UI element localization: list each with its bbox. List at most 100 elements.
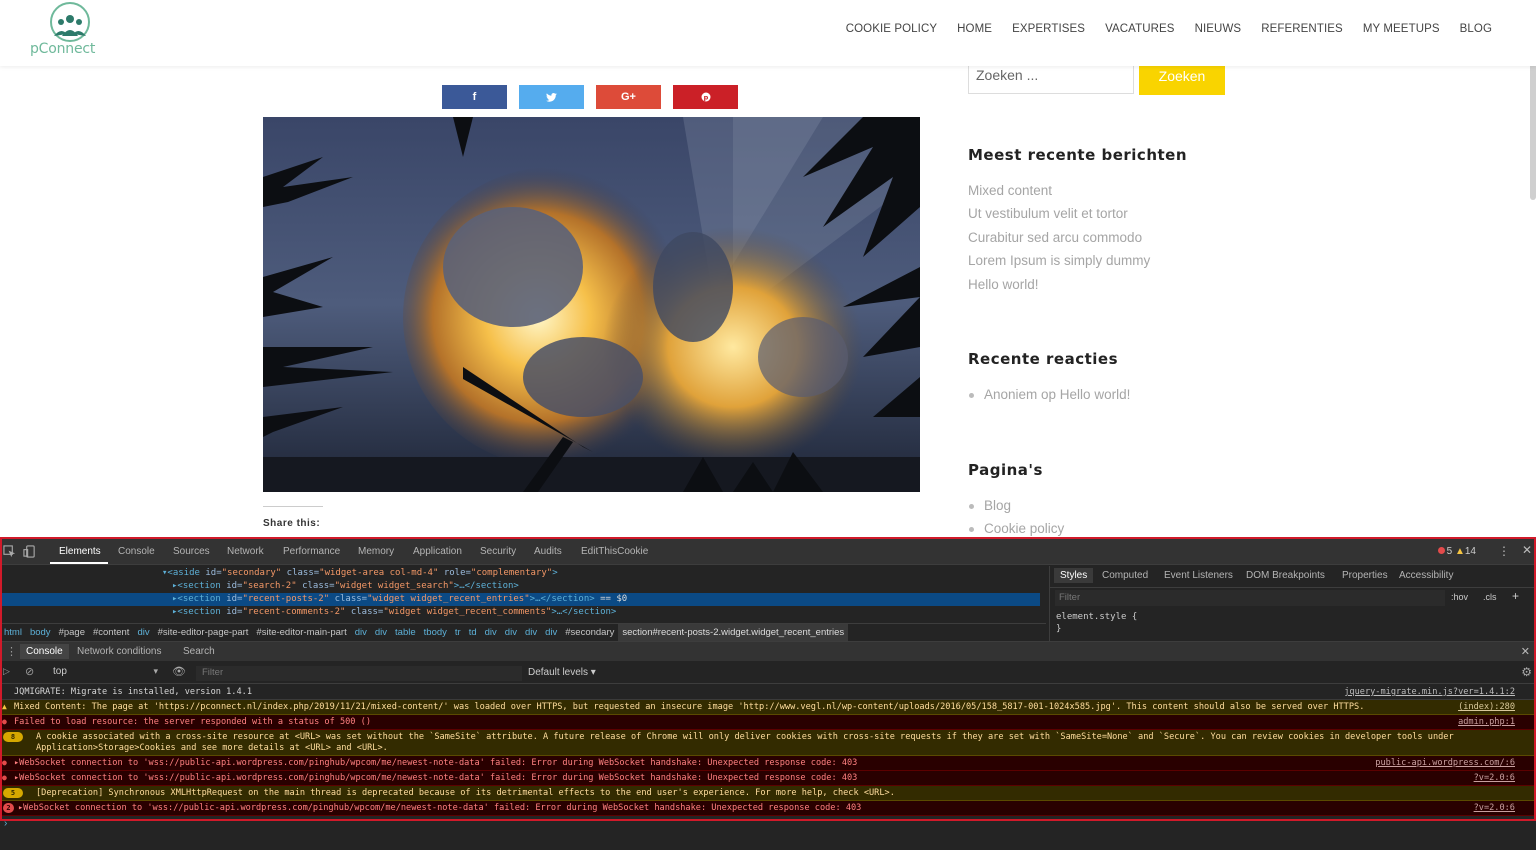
breadcrumb-item[interactable]: td bbox=[465, 624, 481, 641]
console-message-error[interactable]: ● ▸WebSocket connection to 'wss://public… bbox=[0, 771, 1534, 786]
context-selector[interactable]: top bbox=[44, 666, 160, 680]
message-source-link[interactable]: public-api.wordpress.com/:6 bbox=[1375, 758, 1515, 768]
dom-node-section-recent-comments[interactable]: ▸<section id="recent-comments-2" class="… bbox=[0, 606, 1040, 619]
drawer-menu-icon[interactable]: ⋮ bbox=[6, 645, 17, 658]
breadcrumb-item[interactable]: #secondary bbox=[561, 624, 618, 641]
console-prompt[interactable]: › bbox=[4, 818, 7, 829]
message-source-link[interactable]: jquery-migrate.min.js?ver=1.4.1:2 bbox=[1344, 687, 1515, 697]
breadcrumb-item[interactable]: div bbox=[481, 624, 501, 641]
site-header: pConnect COOKIE POLICY HOME EXPERTISES V… bbox=[0, 0, 1536, 66]
nav-referenties[interactable]: REFERENTIES bbox=[1261, 23, 1343, 35]
breadcrumb-item[interactable]: body bbox=[26, 624, 55, 641]
breadcrumb-item[interactable]: #page bbox=[55, 624, 89, 641]
breadcrumb-item[interactable]: tr bbox=[451, 624, 465, 641]
site-logo[interactable]: pConnect bbox=[30, 0, 100, 64]
breadcrumb-item[interactable]: div bbox=[501, 624, 521, 641]
console-filter-input[interactable]: Filter bbox=[196, 666, 522, 681]
breadcrumb-item-selected[interactable]: section#recent-posts-2.widget.widget_rec… bbox=[618, 624, 849, 641]
tab-editthiscookie[interactable]: EditThisCookie bbox=[581, 546, 648, 557]
message-source-link[interactable]: (index):280 bbox=[1458, 702, 1515, 712]
tab-network[interactable]: Network bbox=[227, 546, 264, 557]
nav-vacatures[interactable]: VACATURES bbox=[1105, 23, 1175, 35]
drawer-tab-search[interactable]: Search bbox=[183, 646, 215, 657]
facebook-icon: f bbox=[472, 91, 477, 103]
message-source-link[interactable]: admin.php:1 bbox=[1458, 717, 1515, 727]
styles-filter-input[interactable]: Filter bbox=[1055, 590, 1445, 606]
page-link-blog[interactable]: Blog bbox=[968, 494, 1064, 517]
recent-post-link[interactable]: Mixed content bbox=[968, 179, 1150, 202]
message-source-link[interactable]: ?v=2.0:6 bbox=[1474, 803, 1515, 813]
nav-cookie-policy[interactable]: COOKIE POLICY bbox=[846, 23, 937, 35]
tab-application[interactable]: Application bbox=[413, 546, 462, 557]
element-style-rule[interactable]: element.style { } bbox=[1056, 611, 1137, 635]
console-message-error-grouped[interactable]: 2 ▸WebSocket connection to 'wss://public… bbox=[0, 801, 1534, 816]
console-message-error[interactable]: ● ▸WebSocket connection to 'wss://public… bbox=[0, 756, 1534, 771]
issue-counts[interactable]: 5 ▲14 bbox=[1437, 546, 1476, 557]
clear-console-icon[interactable]: ⊘ bbox=[25, 665, 34, 678]
tab-computed[interactable]: Computed bbox=[1102, 570, 1148, 581]
live-expression-eye-icon[interactable]: 👁 bbox=[172, 665, 186, 678]
sidebar-toggle-icon[interactable]: ▷ bbox=[3, 666, 10, 677]
nav-my-meetups[interactable]: MY MEETUPS bbox=[1363, 23, 1440, 35]
tab-security[interactable]: Security bbox=[480, 546, 516, 557]
share-facebook-button[interactable]: f bbox=[442, 85, 507, 109]
message-text: [Deprecation] Synchronous XMLHttpRequest… bbox=[36, 788, 895, 798]
log-levels-dropdown[interactable]: Default levels ▾ bbox=[528, 667, 596, 678]
breadcrumb-item[interactable]: div bbox=[541, 624, 561, 641]
tab-performance[interactable]: Performance bbox=[283, 546, 340, 557]
nav-blog[interactable]: BLOG bbox=[1460, 23, 1492, 35]
tab-event-listeners[interactable]: Event Listeners bbox=[1164, 570, 1233, 581]
message-text: ▸WebSocket connection to 'wss://public-a… bbox=[18, 803, 862, 813]
twitter-icon bbox=[546, 92, 557, 102]
add-rule-icon[interactable]: + bbox=[1512, 589, 1519, 603]
nav-expertises[interactable]: EXPERTISES bbox=[1012, 23, 1085, 35]
message-source-link[interactable]: ?v=2.0:6 bbox=[1474, 773, 1515, 783]
breadcrumb-item[interactable]: #site-editor-page-part bbox=[154, 624, 253, 641]
recent-post-link[interactable]: Lorem Ipsum is simply dummy bbox=[968, 249, 1150, 272]
nav-home[interactable]: HOME bbox=[957, 23, 992, 35]
share-twitter-button[interactable] bbox=[519, 85, 584, 109]
recent-post-link[interactable]: Hello world! bbox=[968, 273, 1150, 296]
tab-accessibility[interactable]: Accessibility bbox=[1399, 570, 1453, 581]
tab-audits[interactable]: Audits bbox=[534, 546, 562, 557]
close-drawer-icon[interactable]: ✕ bbox=[1521, 645, 1530, 658]
hover-state-toggle[interactable]: :hov bbox=[1451, 592, 1468, 602]
breadcrumb-item[interactable]: #content bbox=[89, 624, 133, 641]
warning-icon: ▲ bbox=[1454, 546, 1465, 557]
breadcrumb-item[interactable]: div bbox=[371, 624, 391, 641]
breadcrumb-item[interactable]: table bbox=[391, 624, 420, 641]
recent-comment-link[interactable]: Anoniem op Hello world! bbox=[968, 383, 1130, 406]
dom-node-section-recent-posts[interactable]: ▸<section id="recent-posts-2" class="wid… bbox=[0, 593, 1040, 606]
tab-dom-breakpoints[interactable]: DOM Breakpoints bbox=[1246, 570, 1325, 581]
recent-post-link[interactable]: Curabitur sed arcu commodo bbox=[968, 226, 1150, 249]
tab-memory[interactable]: Memory bbox=[358, 546, 394, 557]
class-toggle[interactable]: .cls bbox=[1483, 592, 1497, 602]
dom-node-section-search[interactable]: ▸<section id="search-2" class="widget wi… bbox=[0, 580, 1040, 593]
breadcrumb-item[interactable]: html bbox=[0, 624, 26, 641]
tab-sources[interactable]: Sources bbox=[173, 546, 210, 557]
share-google-plus-button[interactable]: G+ bbox=[596, 85, 661, 109]
recent-post-link[interactable]: Ut vestibulum velit et tortor bbox=[968, 202, 1150, 225]
device-toolbar-icon[interactable] bbox=[23, 545, 36, 558]
breadcrumb-item[interactable]: tbody bbox=[420, 624, 451, 641]
tab-console[interactable]: Console bbox=[118, 546, 155, 557]
breadcrumb-item[interactable]: div bbox=[133, 624, 153, 641]
inspect-element-icon[interactable] bbox=[3, 545, 16, 558]
tab-styles[interactable]: Styles bbox=[1054, 568, 1094, 583]
drawer-tab-console[interactable]: Console bbox=[20, 644, 69, 659]
drawer-tab-network-conditions[interactable]: Network conditions bbox=[77, 646, 161, 657]
dom-node-aside[interactable]: ▾<aside id="secondary" class="widget-are… bbox=[0, 567, 1040, 580]
nav-nieuws[interactable]: NIEUWS bbox=[1195, 23, 1242, 35]
share-pinterest-button[interactable]: p bbox=[673, 85, 738, 109]
breadcrumb-item[interactable]: div bbox=[521, 624, 541, 641]
console-settings-gear-icon[interactable]: ⚙ bbox=[1521, 665, 1532, 679]
more-options-icon[interactable]: ⋮ bbox=[1498, 544, 1510, 558]
warning-icon: ▲ bbox=[2, 702, 7, 711]
close-devtools-icon[interactable]: ✕ bbox=[1522, 543, 1532, 557]
breadcrumb-item[interactable]: #site-editor-main-part bbox=[252, 624, 350, 641]
tab-properties[interactable]: Properties bbox=[1342, 570, 1388, 581]
page-scrollbar[interactable] bbox=[1530, 60, 1536, 200]
tab-elements[interactable]: Elements bbox=[59, 546, 101, 557]
active-tab-indicator bbox=[50, 562, 108, 564]
breadcrumb-item[interactable]: div bbox=[351, 624, 371, 641]
